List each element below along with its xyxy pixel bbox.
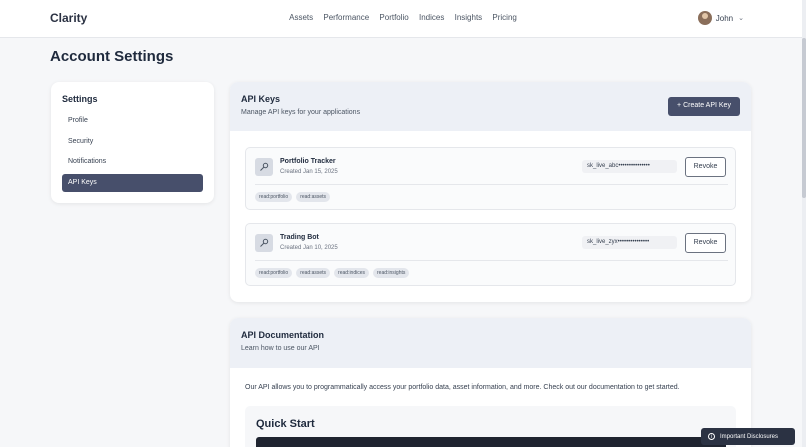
api-keys-panel: API Keys Manage API keys for your applic… — [230, 82, 751, 302]
api-docs-panel: API Documentation Learn how to use our A… — [230, 318, 751, 447]
scope-tag: read:assets — [296, 268, 331, 278]
sidebar-item-api-keys[interactable]: API Keys — [62, 174, 203, 192]
divider — [255, 260, 728, 261]
api-docs-header: API Documentation Learn how to use our A… — [230, 318, 751, 368]
api-key-card: Trading Bot Created Jan 10, 2025 sk_live… — [245, 223, 736, 286]
settings-sidebar: Settings Profile Security Notifications … — [51, 82, 214, 203]
sidebar-item-profile[interactable]: Profile — [62, 112, 203, 130]
sidebar-title: Settings — [62, 94, 98, 104]
scope-tags: read:portfolio read:assets read:indices … — [255, 268, 413, 278]
key-icon — [255, 158, 273, 176]
api-docs-title: API Documentation — [241, 330, 325, 340]
api-key-masked-value: sk_live_zyx••••••••••••••• — [582, 236, 677, 249]
api-keys-header: API Keys Manage API keys for your applic… — [230, 82, 751, 131]
nav-performance[interactable]: Performance — [323, 13, 369, 22]
code-block — [256, 437, 726, 447]
nav-portfolio[interactable]: Portfolio — [379, 13, 408, 22]
sidebar-item-security[interactable]: Security — [62, 133, 203, 151]
divider — [255, 184, 728, 185]
disclosures-label: Important Disclosures — [720, 433, 779, 440]
api-key-masked-value: sk_live_abc••••••••••••••• — [582, 160, 677, 173]
scope-tag: read:assets — [296, 192, 331, 202]
key-icon — [255, 234, 273, 252]
user-menu[interactable]: John ⌄ — [697, 11, 744, 25]
scope-tag: read:indices — [334, 268, 370, 278]
revoke-button[interactable]: Revoke — [685, 233, 726, 253]
info-icon: i — [708, 433, 715, 440]
avatar — [697, 11, 712, 25]
api-keys-title: API Keys — [241, 94, 281, 104]
chevron-down-icon: ⌄ — [738, 15, 744, 22]
nav-pricing[interactable]: Pricing — [492, 13, 516, 22]
create-api-key-button[interactable]: + Create API Key — [668, 97, 740, 116]
nav-indices[interactable]: Indices — [419, 13, 444, 22]
page-scrollbar[interactable] — [802, 0, 806, 447]
api-docs-subtitle: Learn how to use our API — [241, 345, 320, 352]
scope-tags: read:portfolio read:assets — [255, 192, 334, 202]
api-key-created: Created Jan 10, 2025 — [280, 245, 338, 251]
scrollbar-thumb[interactable] — [802, 38, 806, 198]
main-nav: Assets Performance Portfolio Indices Ins… — [0, 13, 806, 22]
quick-start-section: Quick Start — [245, 406, 736, 447]
quick-start-title: Quick Start — [256, 418, 315, 430]
scope-tag: read:insights — [373, 268, 410, 278]
user-name: John — [715, 13, 734, 23]
scope-tag: read:portfolio — [255, 268, 293, 278]
api-key-card: Portfolio Tracker Created Jan 15, 2025 s… — [245, 147, 736, 210]
api-docs-description: Our API allows you to programmatically a… — [245, 384, 680, 391]
api-key-name: Trading Bot — [280, 234, 319, 241]
sidebar-item-notifications[interactable]: Notifications — [62, 153, 203, 171]
scope-tag: read:portfolio — [255, 192, 293, 202]
nav-assets[interactable]: Assets — [289, 13, 313, 22]
api-keys-subtitle: Manage API keys for your applications — [241, 109, 361, 116]
nav-insights[interactable]: Insights — [455, 13, 483, 22]
page-title: Account Settings — [50, 48, 174, 65]
api-key-name: Portfolio Tracker — [280, 158, 336, 165]
api-key-created: Created Jan 15, 2025 — [280, 169, 338, 175]
important-disclosures-button[interactable]: i Important Disclosures — [701, 428, 795, 445]
top-navbar: Clarity Assets Performance Portfolio Ind… — [0, 0, 806, 38]
revoke-button[interactable]: Revoke — [685, 157, 726, 177]
